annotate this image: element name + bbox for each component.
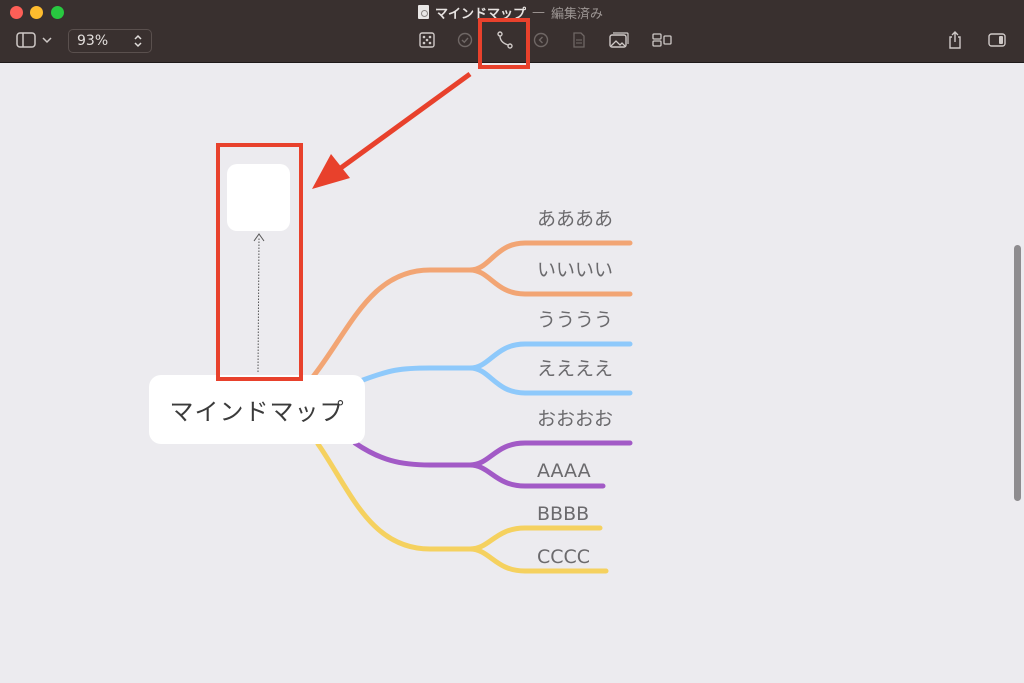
topic-8[interactable]: CCCC [537, 545, 590, 569]
topic-5[interactable]: おおおお [537, 407, 613, 431]
topic-2[interactable]: いいいい [537, 258, 613, 282]
mindmap-branches [253, 71, 633, 574]
annotation-arrow-line [336, 71, 472, 173]
topic-6[interactable]: AAAA [537, 459, 591, 483]
toolbar-highlight-box [478, 18, 530, 69]
topic-3[interactable]: うううう [537, 308, 613, 332]
topic-7[interactable]: BBBB [537, 502, 589, 526]
scrollbar-thumb[interactable] [1014, 245, 1021, 501]
app-window: マインドマップ — 編集済み 93% マインドマップ ああああ いいいい ううう… [0, 0, 1024, 683]
node-highlight-box [216, 143, 303, 381]
topic-1[interactable]: ああああ [537, 207, 613, 231]
topic-4[interactable]: ええええ [537, 357, 613, 381]
central-topic[interactable]: マインドマップ [149, 375, 365, 444]
annotation-arrowhead [312, 154, 350, 189]
